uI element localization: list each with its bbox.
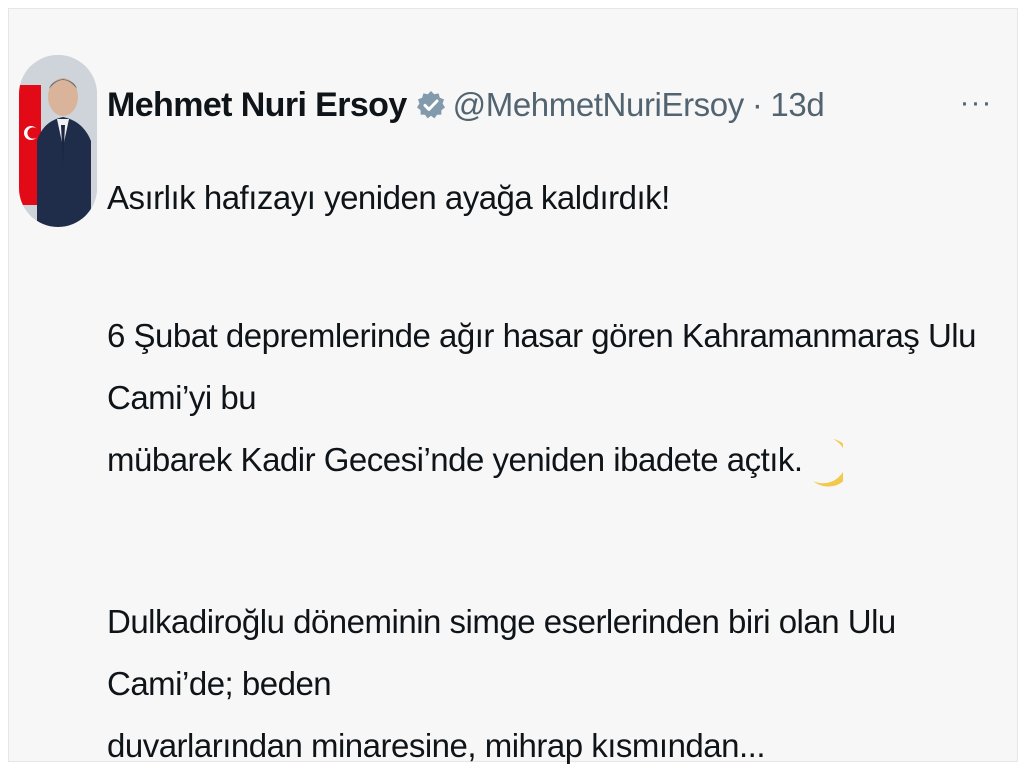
separator-dot: · bbox=[751, 86, 763, 123]
author-handle[interactable]: @MehmetNuriErsoy bbox=[453, 86, 745, 124]
crescent-moon-icon bbox=[811, 437, 852, 487]
tweet-card[interactable]: Mehmet Nuri Ersoy @MehmetNuriErsoy · 13d… bbox=[8, 8, 1018, 764]
tweet-header: Mehmet Nuri Ersoy @MehmetNuriErsoy · 13d bbox=[107, 77, 825, 133]
author-name[interactable]: Mehmet Nuri Ersoy bbox=[107, 86, 407, 125]
tweet-line-2: 6 Şubat depremlerinde ağır hasar gören K… bbox=[107, 317, 977, 416]
tweet-line-4: Dulkadiroğlu döneminin simge eserlerinde… bbox=[107, 603, 896, 702]
profile-photo bbox=[19, 55, 97, 227]
tweet-line-1: Asırlık hafızayı yeniden ayağa kaldırdık… bbox=[107, 179, 670, 216]
tweet-line-3: mübarek Kadir Gecesi’nde yeniden ibadete… bbox=[107, 441, 803, 478]
tweet-line-3-wrap: mübarek Kadir Gecesi’nde yeniden ibadete… bbox=[107, 429, 987, 491]
tweet-text: Asırlık hafızayı yeniden ayağa kaldırdık… bbox=[107, 167, 987, 777]
verified-badge-icon bbox=[415, 89, 447, 121]
avatar[interactable] bbox=[19, 55, 97, 227]
more-options-icon[interactable]: ··· bbox=[953, 83, 999, 123]
post-timestamp[interactable]: 13d bbox=[770, 86, 824, 124]
